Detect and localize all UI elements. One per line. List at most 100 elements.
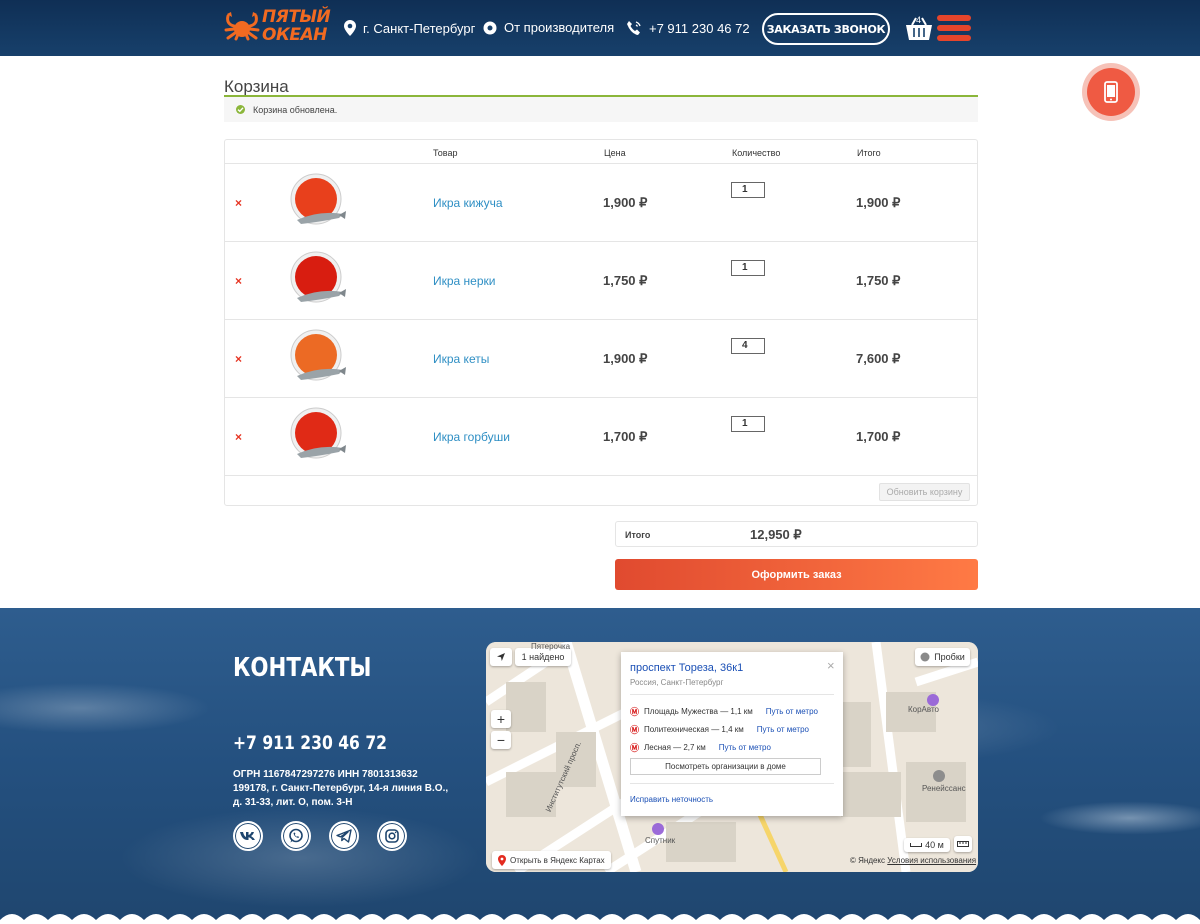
metro-route-link[interactable]: Путь от метро bbox=[719, 743, 771, 752]
menu-bar-icon bbox=[937, 15, 971, 21]
city-selector[interactable]: г. Санкт-Петербург bbox=[344, 20, 475, 36]
column-header-price: Цена bbox=[604, 148, 626, 158]
table-row: × Икра горбуши 1,700 ₽ 1 1,700 ₽ bbox=[225, 397, 977, 475]
logo-text-line1: ПЯТЫЙ bbox=[262, 7, 331, 27]
totals-value: 12,950 ₽ bbox=[750, 527, 802, 542]
close-icon[interactable]: × bbox=[827, 658, 835, 673]
remove-item-button[interactable]: × bbox=[235, 274, 242, 288]
cart-table: Товар Цена Количество Итого × Икра кижуч… bbox=[224, 139, 978, 506]
update-cart-button[interactable]: Обновить корзину bbox=[879, 483, 970, 501]
header-phone-label: +7 911 230 46 72 bbox=[649, 20, 750, 36]
metro-icon: Ⓜ bbox=[630, 707, 640, 717]
checkout-button[interactable]: Оформить заказ bbox=[615, 559, 978, 590]
column-header-total: Итого bbox=[857, 148, 881, 158]
cart-count-badge: 4 bbox=[916, 15, 922, 25]
social-links bbox=[233, 821, 407, 851]
target-dot-icon bbox=[483, 21, 497, 34]
vk-icon bbox=[240, 832, 255, 840]
totals-label: Итого bbox=[625, 530, 651, 540]
logo-text-line2: ОКЕАН bbox=[262, 25, 327, 45]
contacts-title: КОНТАКТЫ bbox=[233, 653, 372, 683]
instagram-link[interactable] bbox=[377, 821, 407, 851]
line-total: 1,900 ₽ bbox=[856, 195, 901, 210]
navigation-arrow-icon bbox=[497, 653, 505, 661]
metro-route-link[interactable]: Путь от метро bbox=[757, 725, 809, 734]
product-link[interactable]: Икра горбуши bbox=[433, 430, 510, 444]
remove-item-button[interactable]: × bbox=[235, 196, 242, 210]
request-call-button[interactable]: Заказать звонок bbox=[762, 13, 890, 45]
product-image[interactable] bbox=[289, 250, 347, 310]
metro-icon: Ⓜ bbox=[630, 725, 640, 735]
product-link[interactable]: Икра кижуча bbox=[433, 196, 503, 210]
requisites-line: 199178, г. Санкт-Петербург, 14-я линия В… bbox=[233, 783, 449, 794]
column-header-product: Товар bbox=[433, 148, 458, 158]
producer-info: От производителя bbox=[483, 20, 614, 35]
instagram-icon bbox=[385, 829, 399, 843]
popup-divider bbox=[630, 694, 834, 695]
remove-item-button[interactable]: × bbox=[235, 352, 242, 366]
requisites-line: д. 31-33, лит. О, пом. 3-Н bbox=[233, 797, 353, 808]
map-popup: проспект Тореза, 36к1 Россия, Санкт-Пете… bbox=[621, 652, 843, 816]
table-row: × Икра кижуча 1,900 ₽ 1 1,900 ₽ bbox=[225, 163, 977, 241]
metro-station: Ⓜ Лесная — 2,7 км Путь от метро bbox=[630, 741, 771, 754]
page-title: Корзина bbox=[224, 77, 289, 96]
map-label: Спутник bbox=[645, 836, 676, 845]
ruler-button[interactable] bbox=[954, 836, 972, 852]
map-scale: 40 м bbox=[904, 838, 950, 852]
product-price: 1,700 ₽ bbox=[603, 429, 648, 444]
line-total: 7,600 ₽ bbox=[856, 351, 901, 366]
check-icon bbox=[236, 105, 245, 114]
footer-phone[interactable]: +7 911 230 46 72 bbox=[233, 732, 387, 754]
crab-logo-icon bbox=[224, 12, 260, 41]
telegram-icon bbox=[336, 829, 352, 843]
popup-address[interactable]: проспект Тореза, 36к1 bbox=[630, 662, 743, 674]
metro-route-link[interactable]: Путь от метро bbox=[766, 707, 818, 716]
metro-station-name: Политехническая — 1,4 км bbox=[644, 725, 744, 734]
floating-call-button[interactable] bbox=[1082, 63, 1140, 121]
zoom-out-button[interactable]: − bbox=[491, 731, 511, 749]
zoom-in-button[interactable]: + bbox=[491, 710, 511, 728]
map-label: КорАвто bbox=[908, 705, 939, 714]
shop-poi-icon bbox=[933, 770, 945, 782]
traffic-light-icon bbox=[920, 652, 930, 662]
line-total: 1,750 ₽ bbox=[856, 273, 901, 288]
notice-text: Корзина обновлена. bbox=[253, 104, 338, 115]
metro-station-name: Лесная — 2,7 км bbox=[644, 743, 706, 752]
cart-updated-notice: Корзина обновлена. bbox=[224, 97, 978, 122]
locate-button[interactable] bbox=[490, 648, 512, 666]
scale-bar-icon bbox=[910, 843, 923, 847]
product-price: 1,900 ₽ bbox=[603, 351, 648, 366]
menu-bar-icon bbox=[937, 35, 971, 41]
producer-label: От производителя bbox=[504, 20, 615, 35]
telegram-link[interactable] bbox=[329, 821, 359, 851]
product-link[interactable]: Икра нерки bbox=[433, 274, 495, 288]
remove-item-button[interactable]: × bbox=[235, 430, 242, 444]
open-in-yandex-label: Открыть в Яндекс Картах bbox=[510, 855, 605, 865]
logo[interactable]: ПЯТЫЙ ОКЕАН bbox=[224, 6, 331, 48]
menu-button[interactable] bbox=[937, 15, 971, 42]
traffic-label: Пробки bbox=[934, 652, 965, 662]
cart-totals: Итого 12,950 ₽ bbox=[615, 521, 978, 547]
terms-link[interactable]: Условия использования bbox=[887, 856, 976, 865]
column-header-quantity: Количество bbox=[732, 148, 781, 158]
header-phone[interactable]: +7 911 230 46 72 bbox=[626, 20, 750, 36]
product-image[interactable] bbox=[289, 328, 347, 388]
mobile-phone-icon bbox=[1104, 81, 1118, 103]
whatsapp-link[interactable] bbox=[281, 821, 311, 851]
traffic-button[interactable]: Пробки bbox=[915, 648, 970, 666]
product-price: 1,750 ₽ bbox=[603, 273, 648, 288]
vk-link[interactable] bbox=[233, 821, 263, 851]
quantity-input[interactable]: 1 bbox=[731, 182, 765, 198]
view-organizations-button[interactable]: Посмотреть организации в доме bbox=[630, 758, 821, 775]
map-widget[interactable]: 1 найдено Пробки + − Пятерочка КорАвто Р… bbox=[486, 642, 978, 872]
menu-bar-icon bbox=[937, 25, 971, 31]
product-image[interactable] bbox=[289, 406, 347, 466]
quantity-input[interactable]: 1 bbox=[731, 416, 765, 432]
quantity-input[interactable]: 1 bbox=[731, 260, 765, 276]
product-image[interactable] bbox=[289, 172, 347, 232]
report-error-link[interactable]: Исправить неточность bbox=[630, 795, 713, 804]
product-link[interactable]: Икра кеты bbox=[433, 352, 489, 366]
open-in-yandex-maps[interactable]: Открыть в Яндекс Картах bbox=[492, 851, 611, 869]
map-label: Пятерочка bbox=[531, 642, 571, 651]
quantity-input[interactable]: 4 bbox=[731, 338, 765, 354]
